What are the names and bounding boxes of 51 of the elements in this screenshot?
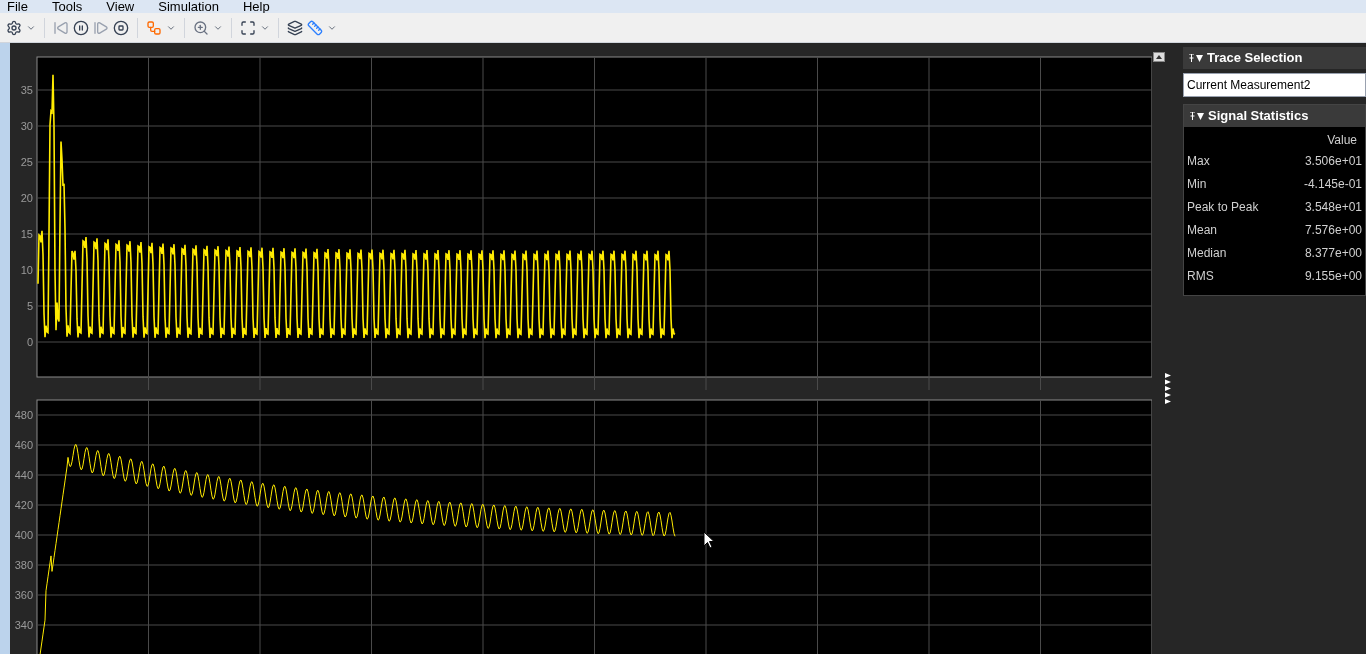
axis-tick-label: 340 — [14, 619, 33, 632]
axis-tick-label: 420 — [14, 499, 33, 512]
axis-tick-label: 480 — [14, 409, 33, 422]
stat-label: Peak to Peak — [1187, 198, 1259, 216]
zoom-icon[interactable] — [193, 19, 209, 36]
axis-tick-label: 30 — [20, 120, 33, 132]
pause-icon[interactable] — [73, 19, 89, 36]
stat-value: 3.548e+01 — [1304, 198, 1362, 216]
trace-select[interactable]: Current Measurement2 — [1183, 73, 1366, 97]
blocks-icon[interactable] — [146, 19, 162, 36]
menu-item[interactable]: Help — [242, 0, 270, 13]
axis-tick-label: 440 — [14, 469, 33, 482]
menu-item[interactable]: File — [7, 0, 28, 13]
stat-label: Min — [1187, 175, 1207, 193]
axis-tick-label: 400 — [14, 529, 33, 542]
stat-value: -4.145e-01 — [1303, 175, 1362, 193]
axis-tick-label: 10 — [20, 264, 33, 276]
stat-value: 8.377e+00 — [1304, 244, 1362, 262]
layers-icon[interactable] — [287, 19, 303, 36]
axis-tick-label: 360 — [14, 589, 33, 602]
collapse-icon[interactable] — [1189, 53, 1203, 63]
collapse-icon[interactable] — [1190, 111, 1204, 121]
panel-title: Trace Selection — [1207, 49, 1303, 68]
menu-item[interactable]: Tools — [51, 0, 83, 13]
stat-label: Mean — [1187, 221, 1218, 239]
stat-value: 3.506e+01 — [1304, 152, 1362, 170]
axis-tick-label: 5 — [26, 300, 33, 312]
axis-tick-label: 20 — [20, 192, 33, 204]
panel-header[interactable]: Signal Statistics — [1184, 105, 1365, 127]
axis-tick-label: 0 — [26, 336, 33, 348]
axis-tick-label: 25 — [20, 156, 33, 168]
settings-icon[interactable] — [6, 19, 22, 36]
panel-header[interactable]: Trace Selection — [1183, 47, 1366, 69]
undock-icon[interactable] — [1153, 52, 1165, 62]
menu-item[interactable]: View — [106, 0, 135, 13]
stop-icon[interactable] — [113, 19, 129, 36]
triangle-markers-drawing[interactable] — [1165, 373, 1171, 405]
column-header: Value — [1327, 132, 1357, 149]
stat-label: Max — [1187, 152, 1210, 170]
axis-tick-label: 35 — [20, 84, 33, 96]
fit-icon[interactable] — [240, 19, 256, 36]
stat-label: RMS — [1187, 267, 1214, 285]
mouse-pointer-icon — [703, 531, 715, 549]
axis-tick-label: 460 — [14, 439, 33, 452]
stat-value: 7.576e+00 — [1304, 221, 1362, 239]
axis-tick-label: 380 — [14, 559, 33, 572]
stat-label: Median — [1187, 244, 1227, 262]
axis-tick-label: 15 — [20, 228, 33, 240]
stat-value: 9.155e+00 — [1304, 267, 1362, 285]
panel-title: Signal Statistics — [1208, 107, 1309, 126]
menu-item[interactable]: Simulation — [158, 0, 219, 13]
